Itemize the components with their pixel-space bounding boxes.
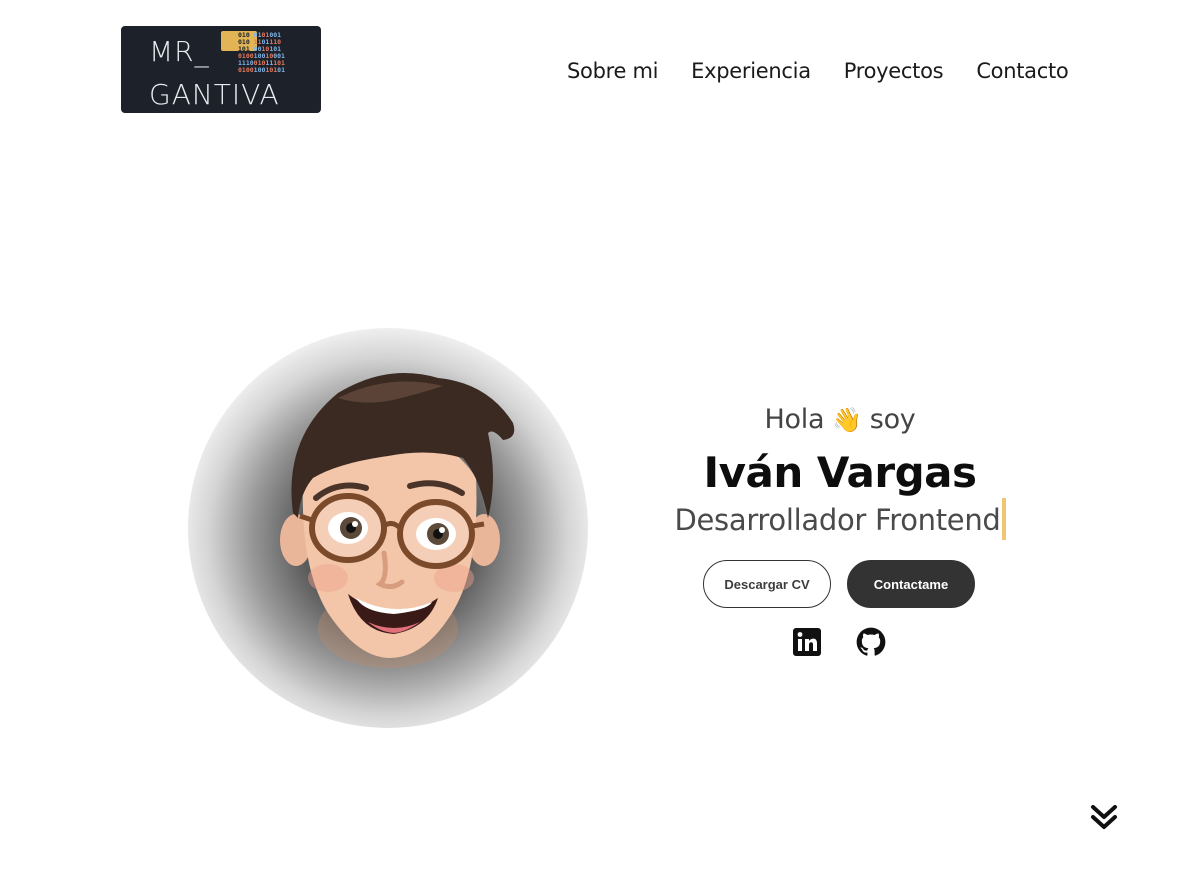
nav-link-experiencia[interactable]: Experiencia xyxy=(691,59,811,83)
main-nav: Sobre mi Experiencia Proyectos Contacto xyxy=(567,59,1069,83)
typing-caret xyxy=(1001,498,1006,540)
nav-link-sobre-mi[interactable]: Sobre mi xyxy=(567,59,658,83)
memoji-avatar xyxy=(188,328,588,728)
hero-role-text: Desarrollador Frontend xyxy=(674,503,1001,537)
hero-intro: Hola 👋 soy Iván Vargas Desarrollador Front… xyxy=(640,400,1040,540)
contact-button[interactable]: Contactame xyxy=(847,560,975,608)
greeting: Hola 👋 soy xyxy=(640,404,1040,440)
binary-code-logo-icon: 010 0101001 010 1101110 101 0010101 0100100… xyxy=(238,31,285,74)
greeting-hola: Hola xyxy=(764,404,825,435)
hero-name: Iván Vargas xyxy=(703,448,977,497)
logo-text-line2: GANTIVA xyxy=(149,78,280,111)
double-chevron-down-icon[interactable] xyxy=(1090,804,1118,832)
linkedin-icon[interactable] xyxy=(792,627,822,657)
hero-role: Desarrollador Frontend xyxy=(674,498,1006,540)
nav-link-proyectos[interactable]: Proyectos xyxy=(844,59,944,83)
download-cv-button[interactable]: Descargar CV xyxy=(703,560,831,608)
logo[interactable]: 010 0101001 010 1101110 101 0010101 0100100… xyxy=(121,26,321,113)
logo-text-line1: MR_ xyxy=(149,35,210,68)
nav-link-contacto[interactable]: Contacto xyxy=(976,59,1068,83)
waving-hand-icon: 👋 xyxy=(832,406,862,434)
page: 010 0101001 010 1101110 101 0010101 0100100… xyxy=(0,0,1198,871)
github-icon[interactable] xyxy=(856,627,886,657)
greeting-soy: soy xyxy=(869,404,916,435)
avatar-illustration xyxy=(280,373,515,668)
